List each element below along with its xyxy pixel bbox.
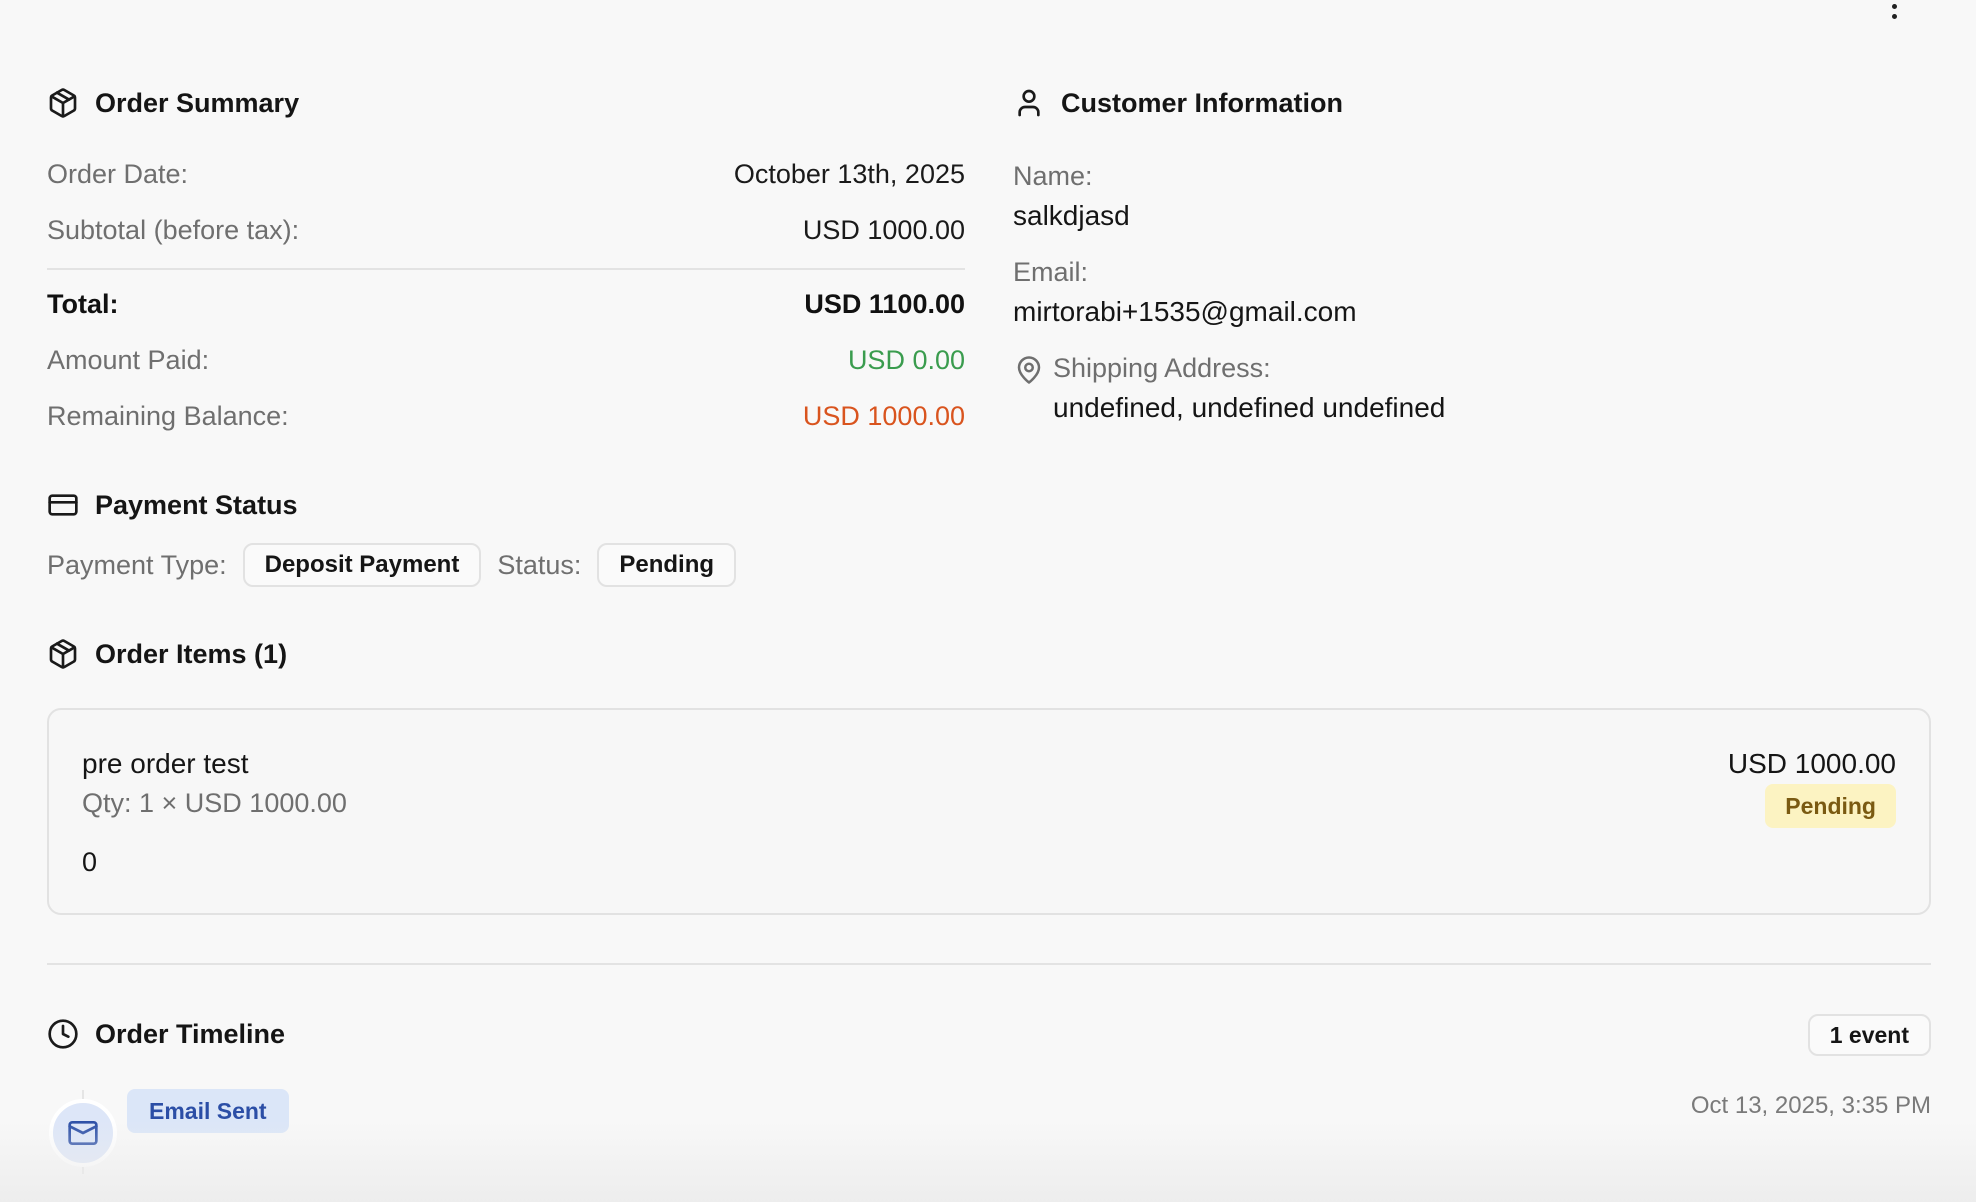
payment-status-label: Status: — [497, 549, 582, 580]
shipping-address-label: Shipping Address: — [1053, 353, 1271, 383]
timeline-event-dot — [49, 1099, 117, 1167]
timeline-event-date: Oct 13, 2025, 3:35 PM — [1690, 1092, 1931, 1119]
subtotal-label: Subtotal (before tax): — [47, 215, 300, 245]
payment-status-header: Payment Status — [47, 489, 298, 521]
payment-type-badge: Deposit Payment — [242, 543, 482, 587]
shipping-address-value: undefined, undefined undefined — [1053, 392, 1446, 423]
remaining-balance-label: Remaining Balance: — [47, 401, 289, 431]
item-extra-value: 0 — [82, 847, 98, 877]
total-label: Total: — [47, 289, 119, 319]
order-summary-title: Order Summary — [95, 87, 300, 118]
summary-divider — [47, 268, 965, 270]
item-status-badge: Pending — [1765, 784, 1896, 828]
item-price: USD 1000.00 — [1727, 748, 1896, 779]
order-details-page: Order Summary Order Date: October 13th, … — [0, 0, 1976, 1202]
customer-info-title: Customer Information — [1061, 87, 1344, 118]
order-date-label: Order Date: — [47, 159, 189, 189]
order-items-title: Order Items (1) — [95, 638, 288, 669]
mail-icon — [68, 1121, 98, 1145]
event-count-badge: 1 event — [1807, 1014, 1931, 1056]
subtotal-value: USD 1000.00 — [802, 215, 965, 245]
order-timeline-title: Order Timeline — [95, 1018, 286, 1049]
total-row: Total: USD 1100.00 — [47, 289, 965, 320]
remaining-balance-value: USD 1000.00 — [802, 401, 965, 431]
credit-card-icon — [48, 494, 78, 516]
payment-status-badge: Pending — [597, 543, 737, 587]
remaining-balance-row: Remaining Balance: USD 1000.00 — [47, 401, 965, 432]
items-divider — [47, 963, 1931, 965]
package-icon — [49, 88, 77, 118]
order-date-value: October 13th, 2025 — [733, 159, 965, 189]
timeline-event-badge: Email Sent — [127, 1089, 289, 1133]
order-item-card: pre order test Qty: 1 × USD 1000.00 0 US… — [47, 708, 1931, 915]
customer-name-value: salkdjasd — [1013, 200, 1130, 231]
customer-info-header: Customer Information — [1013, 87, 1343, 119]
amount-paid-row: Amount Paid: USD 0.00 — [47, 345, 965, 376]
subtotal-row: Subtotal (before tax): USD 1000.00 — [47, 215, 965, 246]
customer-name-label: Name: — [1013, 161, 1093, 191]
package-icon — [49, 639, 77, 669]
payment-type-label: Payment Type: — [47, 549, 227, 580]
order-items-header: Order Items (1) — [47, 638, 287, 670]
customer-email-value: mirtorabi+1535@gmail.com — [1013, 296, 1357, 327]
amount-paid-value: USD 0.00 — [847, 345, 965, 375]
customer-email-label: Email: — [1013, 257, 1089, 287]
map-pin-icon — [1017, 356, 1041, 384]
item-name: pre order test — [82, 748, 249, 779]
payment-status-row: Payment Type: Deposit Payment Status: Pe… — [47, 543, 737, 587]
user-icon — [1018, 89, 1040, 117]
more-vertical-icon[interactable] — [1883, 0, 1905, 20]
order-timeline-header: Order Timeline — [47, 1018, 285, 1050]
clock-icon — [48, 1019, 78, 1049]
order-summary-header: Order Summary — [47, 87, 299, 119]
item-quantity: Qty: 1 × USD 1000.00 — [82, 788, 347, 818]
total-value: USD 1100.00 — [804, 289, 965, 319]
payment-status-title: Payment Status — [95, 489, 298, 520]
order-date-row: Order Date: October 13th, 2025 — [47, 159, 965, 190]
bottom-fade — [0, 1120, 1976, 1202]
amount-paid-label: Amount Paid: — [47, 345, 210, 375]
